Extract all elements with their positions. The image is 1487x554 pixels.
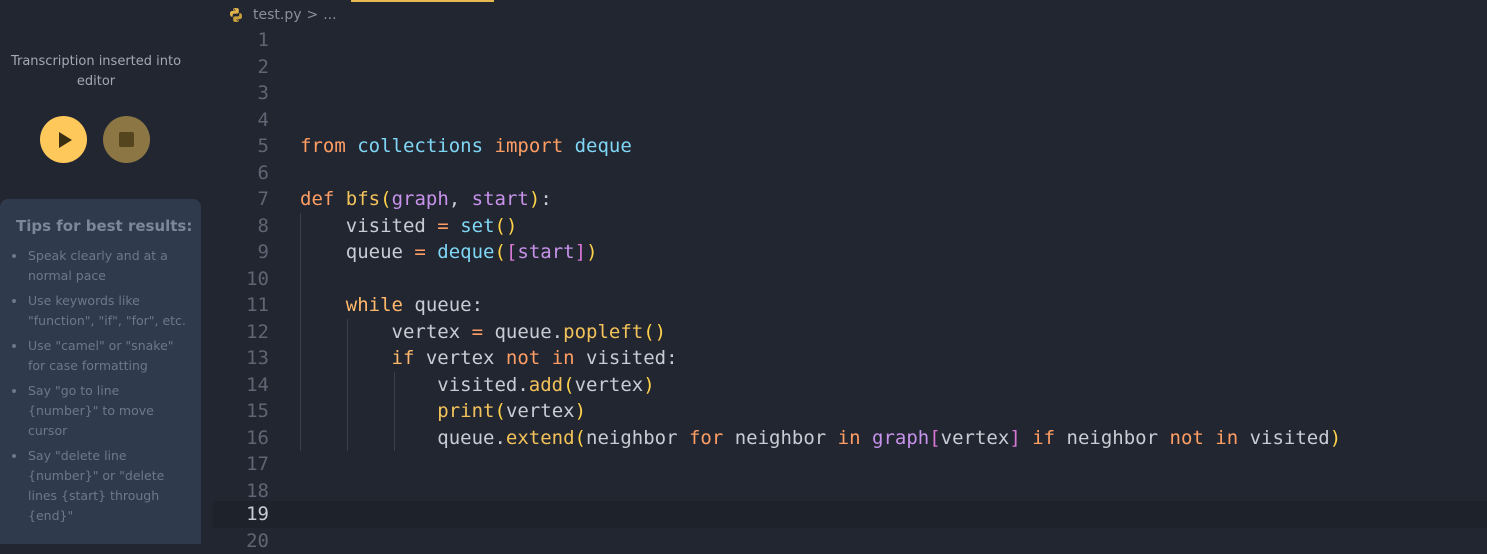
code-line[interactable]: 16 queue.extend(neighbor for neighbor in… <box>213 425 1487 452</box>
code-text: visited.add(vertex) <box>300 372 655 399</box>
line-number: 17 <box>213 451 269 478</box>
code-line[interactable]: 2 <box>213 54 1487 81</box>
tip-item: Use keywords like "function", "if", "for… <box>0 291 201 331</box>
tips-list: Speak clearly and at a normal pace Use k… <box>0 246 201 531</box>
current-code-line[interactable]: 19 <box>213 501 1487 528</box>
line-number: 11 <box>213 292 269 319</box>
code-text: visited = set() <box>300 213 517 240</box>
breadcrumb-file[interactable]: test.py <box>253 7 302 23</box>
line-number: 19 <box>213 501 269 528</box>
line-number: 1 <box>213 27 269 54</box>
code-line[interactable]: 3 <box>213 80 1487 107</box>
code-line[interactable]: 17 <box>213 451 1487 478</box>
line-number: 15 <box>213 398 269 425</box>
line-number: 9 <box>213 239 269 266</box>
line-number: 20 <box>213 528 269 554</box>
code-line[interactable]: 11 while queue: <box>213 292 1487 319</box>
line-number: 5 <box>213 133 269 160</box>
code-line[interactable]: 6 <box>213 160 1487 187</box>
code-line[interactable]: 8 visited = set() <box>213 213 1487 240</box>
code-editor[interactable]: 1 2 3 4 5 from collections import deque … <box>213 27 1487 538</box>
line-number: 4 <box>213 107 269 134</box>
play-button[interactable] <box>40 116 87 163</box>
code-text: def bfs(graph, start): <box>300 186 552 213</box>
line-number: 8 <box>213 213 269 240</box>
code-text: queue = deque([start]) <box>300 239 598 266</box>
tip-item: Use "camel" or "snake" for case formatti… <box>0 336 201 376</box>
line-number: 10 <box>213 266 269 293</box>
stop-icon <box>119 132 134 147</box>
line-number: 3 <box>213 80 269 107</box>
line-number: 14 <box>213 372 269 399</box>
code-text: vertex = queue.popleft() <box>300 319 666 346</box>
breadcrumb-more[interactable]: ... <box>323 7 336 23</box>
code-line[interactable]: 7 def bfs(graph, start): <box>213 186 1487 213</box>
breadcrumb: test.py > ... <box>228 5 337 25</box>
tip-item: Say "go to line {number}" to move cursor <box>0 381 201 441</box>
play-icon <box>59 132 72 148</box>
code-line[interactable]: 20 <box>213 528 1487 554</box>
tips-title: Tips for best results: <box>16 217 192 235</box>
line-number: 12 <box>213 319 269 346</box>
tip-item: Say "delete line {number}" or "delete li… <box>0 446 201 526</box>
voice-panel: Transcription inserted into editor Tips … <box>0 0 213 538</box>
code-line[interactable]: 12 vertex = queue.popleft() <box>213 319 1487 346</box>
code-line[interactable]: 1 <box>213 27 1487 54</box>
line-number: 7 <box>213 186 269 213</box>
line-number: 16 <box>213 425 269 452</box>
tip-item: Speak clearly and at a normal pace <box>0 246 201 286</box>
line-number: 6 <box>213 160 269 187</box>
line-number: 2 <box>213 54 269 81</box>
status-message: Transcription inserted into editor <box>10 52 182 92</box>
tips-panel: Tips for best results: Speak clearly and… <box>0 199 201 544</box>
code-text: while queue: <box>300 292 483 319</box>
line-number: 13 <box>213 345 269 372</box>
breadcrumb-separator: > <box>307 7 319 23</box>
code-text: from collections import deque <box>300 133 632 160</box>
code-line[interactable]: 5 from collections import deque <box>213 133 1487 160</box>
code-line[interactable]: 14 visited.add(vertex) <box>213 372 1487 399</box>
code-text: if vertex not in visited: <box>300 345 678 372</box>
code-text: print(vertex) <box>300 398 586 425</box>
code-line[interactable]: 9 queue = deque([start]) <box>213 239 1487 266</box>
code-line[interactable]: 4 <box>213 107 1487 134</box>
stop-button[interactable] <box>103 116 150 163</box>
active-tab-indicator <box>351 0 494 2</box>
code-line[interactable]: 10 <box>213 266 1487 293</box>
python-file-icon <box>228 7 244 23</box>
code-text: queue.extend(neighbor for neighbor in gr… <box>300 425 1341 452</box>
code-line[interactable]: 13 if vertex not in visited: <box>213 345 1487 372</box>
code-line[interactable]: 15 print(vertex) <box>213 398 1487 425</box>
